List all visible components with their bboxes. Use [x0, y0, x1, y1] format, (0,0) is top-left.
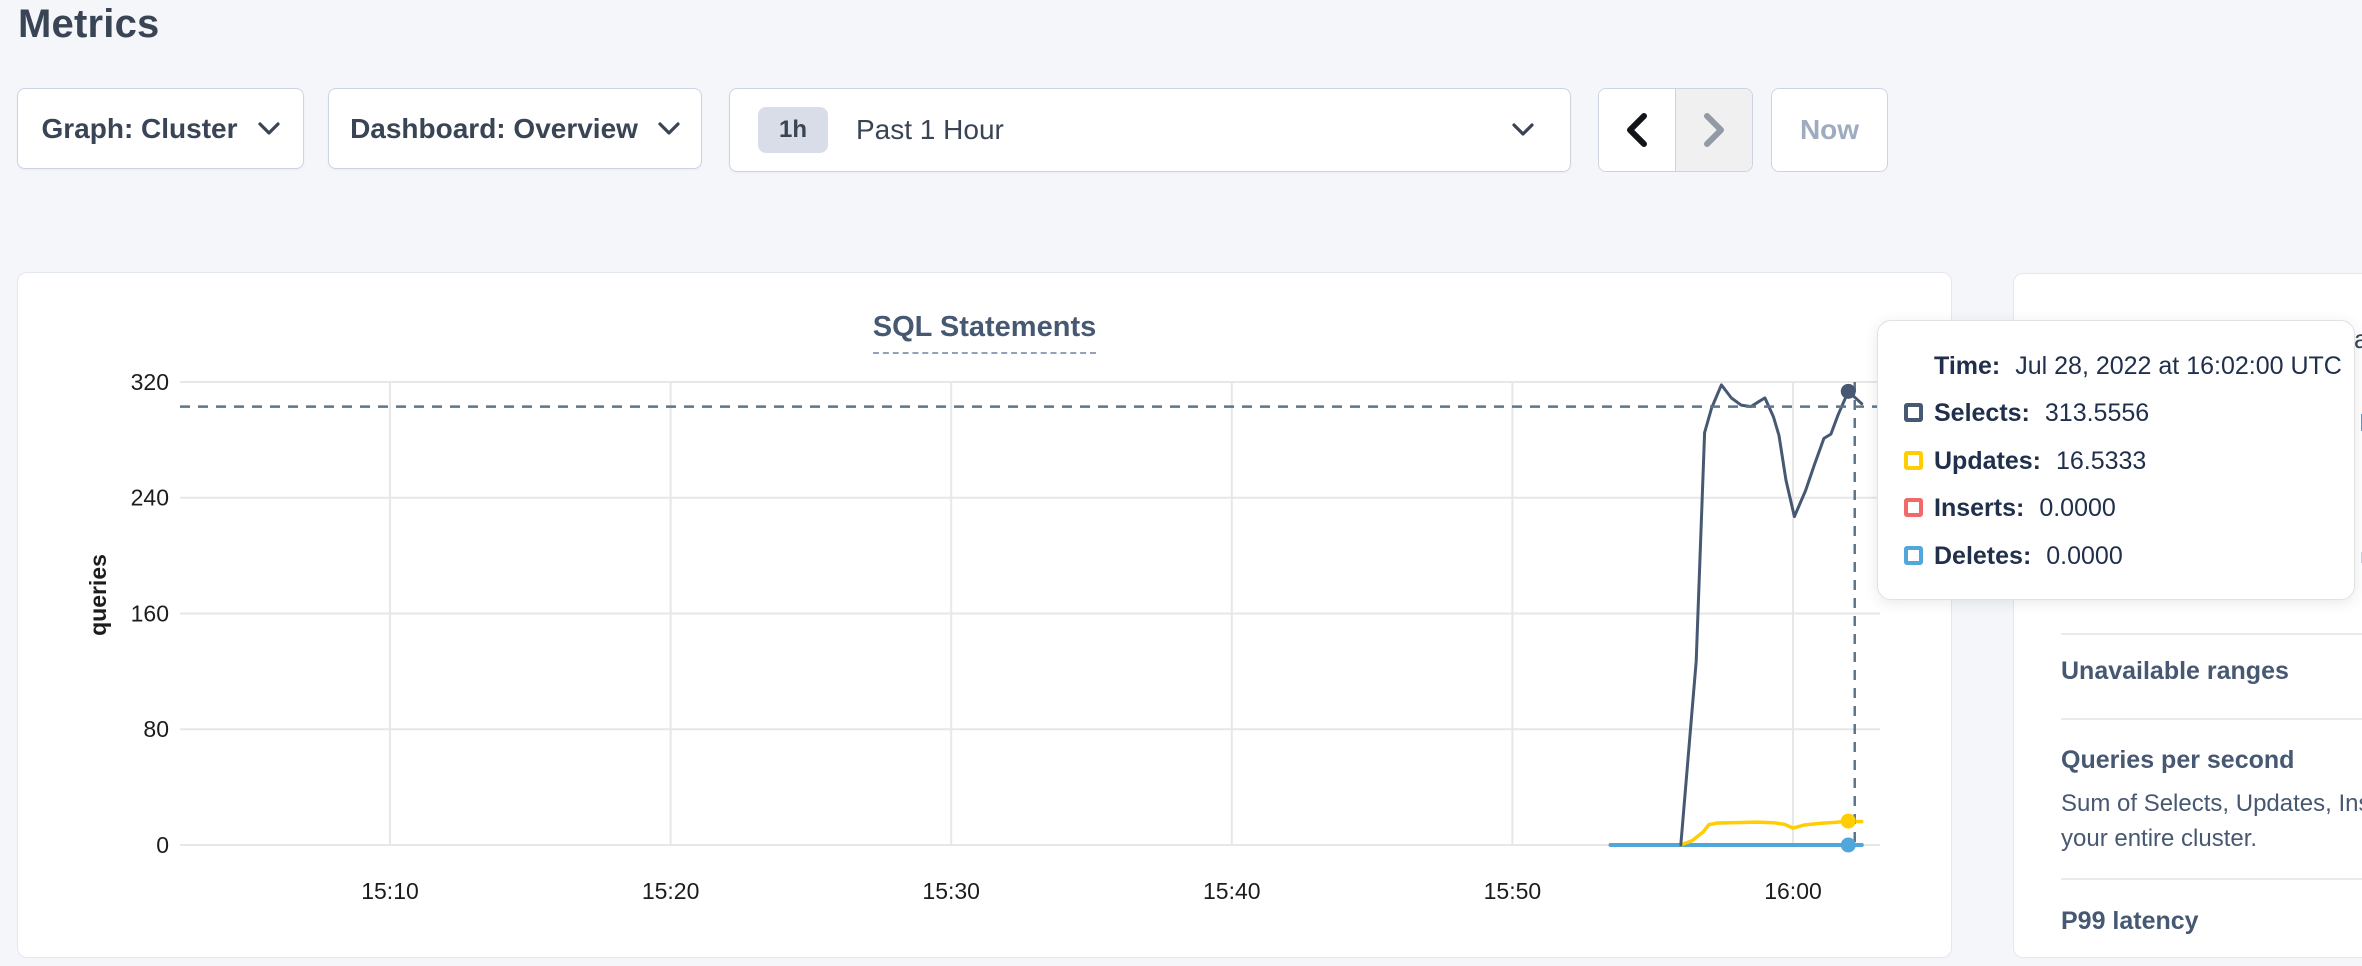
- tooltip-selects-value: 313.5556: [2045, 399, 2149, 428]
- metrics-page: Metrics Graph: Cluster Dashboard: Overvi…: [0, 0, 2362, 966]
- y-tick-label: 80: [143, 716, 169, 742]
- tooltip-selects-row: Selects: 313.5556: [1934, 395, 2340, 431]
- tooltip-time-row: Time: Jul 28, 2022 at 16:02:00 UTC: [1934, 348, 2340, 384]
- deletes-series-swatch: [1904, 546, 1923, 565]
- chevron-down-icon: [1512, 123, 1534, 137]
- dashboard-dropdown[interactable]: Dashboard: Overview: [328, 88, 702, 169]
- x-tick-label: 15:30: [922, 878, 980, 904]
- tooltip-inserts-label: Inserts:: [1934, 494, 2024, 523]
- hover-dot-deletes: [1841, 838, 1856, 853]
- x-tick-label: 15:50: [1484, 878, 1542, 904]
- updates-series-swatch: [1904, 451, 1923, 470]
- hover-dot-updates: [1841, 814, 1856, 829]
- tooltip-deletes-label: Deletes:: [1934, 542, 2031, 571]
- graph-scope-dropdown[interactable]: Graph: Cluster: [17, 88, 304, 169]
- tooltip-updates-row: Updates: 16.5333: [1934, 443, 2340, 479]
- occluded-text-fragment: a: [2354, 324, 2362, 355]
- sidebar-divider: [2061, 633, 2362, 635]
- sql-statements-chart[interactable]: 15:10 15:20 15:30 15:40 15:50 16:00 0 80 160 240 3…: [18, 273, 1953, 959]
- sidebar-description-line: your entire cluster.: [2061, 825, 2257, 853]
- now-button[interactable]: Now: [1771, 88, 1888, 172]
- y-tick-label: 160: [131, 600, 169, 626]
- y-tick-label: 320: [131, 369, 169, 395]
- chevron-left-icon: [1626, 113, 1648, 147]
- tooltip-updates-value: 16.5333: [2056, 447, 2146, 476]
- chevron-down-icon: [258, 122, 280, 136]
- tooltip-time-label: Time:: [1934, 352, 2000, 381]
- tooltip-inserts-row: Inserts: 0.0000: [1934, 490, 2340, 526]
- hover-dot-selects: [1841, 384, 1856, 399]
- x-tick-label: 15:40: [1203, 878, 1261, 904]
- y-tick-label: 240: [131, 485, 169, 511]
- sidebar-divider: [2061, 878, 2362, 880]
- x-tick-label: 16:00: [1764, 878, 1822, 904]
- time-range-select[interactable]: 1h Past 1 Hour: [729, 88, 1571, 172]
- inserts-series-swatch: [1904, 498, 1923, 517]
- time-range-label: Past 1 Hour: [856, 114, 1512, 146]
- sidebar-description-line: Sum of Selects, Updates, Inser: [2061, 790, 2362, 818]
- dashboard-dropdown-label: Dashboard: Overview: [350, 113, 638, 145]
- chevron-down-icon: [658, 122, 680, 136]
- sidebar-divider: [2061, 718, 2362, 720]
- series-line-selects: [1681, 385, 1862, 845]
- next-window-button[interactable]: [1676, 89, 1752, 171]
- tooltip-updates-label: Updates:: [1934, 447, 2041, 476]
- x-tick-label: 15:10: [361, 878, 419, 904]
- y-axis-title: queries: [85, 554, 111, 636]
- tooltip-selects-label: Selects:: [1934, 399, 2030, 428]
- x-tick-label: 15:20: [642, 878, 700, 904]
- time-range-badge: 1h: [758, 107, 828, 153]
- sidebar-heading-p99-latency: P99 latency: [2061, 907, 2199, 936]
- tooltip-deletes-value: 0.0000: [2046, 542, 2122, 571]
- page-title: Metrics: [18, 2, 159, 47]
- series-line-updates: [1681, 821, 1862, 845]
- chart-hover-tooltip: Time: Jul 28, 2022 at 16:02:00 UTC Selec…: [1877, 320, 2355, 600]
- sidebar-heading-unavailable-ranges: Unavailable ranges: [2061, 657, 2289, 686]
- tooltip-time-value: Jul 28, 2022 at 16:02:00 UTC: [2015, 352, 2342, 381]
- time-window-pager: [1598, 88, 1753, 172]
- tooltip-inserts-value: 0.0000: [2039, 494, 2115, 523]
- chevron-right-icon: [1703, 113, 1725, 147]
- y-tick-label: 0: [156, 832, 169, 858]
- sidebar-heading-queries-per-second: Queries per second: [2061, 746, 2294, 775]
- selects-series-swatch: [1904, 403, 1923, 422]
- graph-scope-dropdown-label: Graph: Cluster: [41, 113, 237, 145]
- tooltip-deletes-row: Deletes: 0.0000: [1934, 538, 2340, 574]
- previous-window-button[interactable]: [1599, 89, 1676, 171]
- sql-statements-chart-card: SQL Statements 15:1015:2015:3015:4015:50…: [17, 272, 1952, 958]
